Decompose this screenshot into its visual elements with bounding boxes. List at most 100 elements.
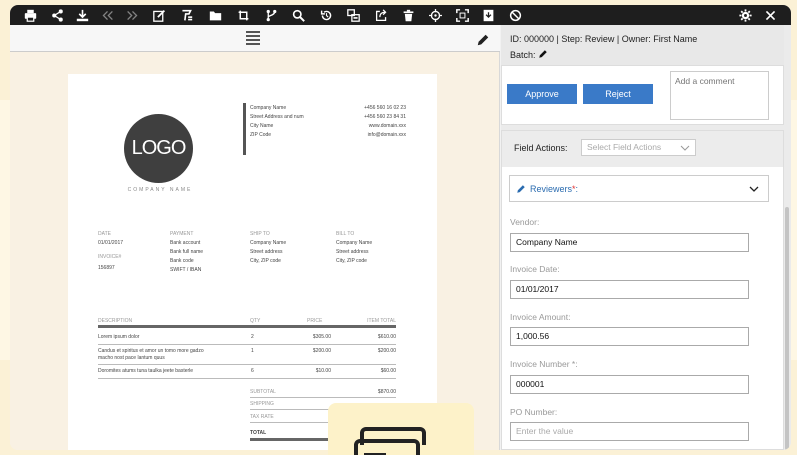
payment-label: PAYMENT <box>170 231 194 237</box>
ship-label: SHIP TO <box>250 231 270 237</box>
close-icon[interactable] <box>762 7 778 23</box>
header-left-line: City Name <box>250 123 274 129</box>
tax-label: TAX RATE <box>250 414 274 420</box>
info-header: ID: 000000 | Step: Review | Owner: First… <box>501 25 784 65</box>
row-total: $60.00 <box>380 368 396 374</box>
reviewers-label: Reviewers*: <box>530 184 578 194</box>
ship-line: Street address <box>250 249 283 255</box>
trash-icon[interactable] <box>400 7 416 23</box>
header-right-line: +456 560 23 84 31 <box>364 114 406 120</box>
row-rule <box>98 378 396 379</box>
comment-input[interactable] <box>670 71 769 120</box>
field-actions-select[interactable]: Select Field Actions <box>581 139 696 156</box>
header-divider <box>243 103 246 155</box>
bill-label: BILL TO <box>336 231 355 237</box>
app-window: LOGO COMPANY NAME Company Name Street Ad… <box>10 5 791 450</box>
shipping-label: SHIPPING <box>250 401 274 407</box>
header-right-line: info@domain.xxx <box>367 132 406 138</box>
approve-button[interactable]: Approve <box>507 84 577 104</box>
double-chevron-left-icon[interactable] <box>99 7 115 23</box>
split-icon[interactable] <box>345 7 361 23</box>
row-qty: 1 <box>251 348 254 354</box>
logo: LOGO <box>124 114 193 183</box>
batch-row: Batch: <box>510 49 548 60</box>
row-price: $200.00 <box>312 348 331 354</box>
invoice-label: INVOICE# <box>98 254 122 260</box>
export-icon[interactable] <box>373 7 389 23</box>
gear-icon[interactable] <box>737 7 753 23</box>
row-rule <box>98 344 396 345</box>
undo-icon[interactable] <box>318 7 334 23</box>
page-thumbnail-icon[interactable] <box>244 29 262 47</box>
batch-pencil-icon[interactable] <box>538 49 548 59</box>
batch-label: Batch: <box>510 50 536 60</box>
ship-line: City, ZIP code <box>250 258 281 264</box>
rotate-icon[interactable] <box>235 7 251 23</box>
row-qty: 2 <box>251 334 254 340</box>
row-price: $305.00 <box>312 334 331 340</box>
field-form: Field Actions: Select Field Actions Revi… <box>501 130 784 450</box>
field-actions-bar: Field Actions: Select Field Actions <box>502 131 783 167</box>
total-label: TOTAL <box>250 430 267 436</box>
block-icon[interactable] <box>507 7 523 23</box>
payment-line: SWIFT / IBAN <box>170 267 202 273</box>
header-left-line: ZIP Code <box>250 132 272 138</box>
invoice-number-label: Invoice Number *: <box>510 359 578 369</box>
invoice-date-label: Invoice Date: <box>510 264 560 274</box>
row-total: $610.00 <box>377 334 396 340</box>
print-icon[interactable] <box>22 7 38 23</box>
folder-icon[interactable] <box>207 7 223 23</box>
pencil-icon[interactable] <box>476 32 490 46</box>
po-number-field[interactable]: Enter the value <box>510 422 749 441</box>
bill-line: City, ZIP code <box>336 258 367 264</box>
row-description-2: macho nost pace lantum quus <box>98 355 165 361</box>
document-viewer[interactable]: LOGO COMPANY NAME Company Name Street Ad… <box>10 25 500 450</box>
chevron-down-icon <box>680 145 690 151</box>
row-total: $200.00 <box>377 348 396 354</box>
subtotal-label: SUBTOTAL <box>250 389 276 395</box>
bill-line: Street address <box>336 249 369 255</box>
vendor-label: Vendor: <box>510 217 540 227</box>
floating-card <box>328 403 474 455</box>
ship-line: Company Name <box>250 240 287 246</box>
toolbar <box>10 5 791 25</box>
subtotal-value: $870.00 <box>377 389 396 395</box>
payment-line: Bank code <box>170 258 194 264</box>
reject-button[interactable]: Reject <box>583 84 653 104</box>
invoice-number-field[interactable]: 000001 <box>510 375 749 394</box>
fullscreen-icon[interactable] <box>454 7 470 23</box>
scrollbar[interactable] <box>785 207 789 450</box>
pencil-icon <box>517 185 525 193</box>
crosshair-icon[interactable] <box>427 7 443 23</box>
archive-icon[interactable] <box>480 7 496 23</box>
header-left-line: Street Address and num <box>250 114 304 120</box>
row-rule <box>98 364 396 365</box>
search-icon[interactable] <box>290 7 306 23</box>
format-icon[interactable] <box>178 7 194 23</box>
document-info: ID: 000000 | Step: Review | Owner: First… <box>510 34 698 44</box>
header-right-line: www.domain.xxx <box>368 123 406 129</box>
vendor-field[interactable]: Company Name <box>510 233 749 252</box>
payment-line: Bank account <box>170 240 201 246</box>
reviewers-text: Reviewers <box>530 184 573 194</box>
review-panel: ID: 000000 | Step: Review | Owner: First… <box>501 25 791 450</box>
date-value: 01/01/2017 <box>98 240 124 246</box>
row-price: $10.00 <box>315 368 331 374</box>
invoice-date-field[interactable]: 01/01/2017 <box>510 280 749 299</box>
header-right-line: +456 560 16 02 23 <box>364 105 406 111</box>
branch-icon[interactable] <box>263 7 279 23</box>
reviewers-dropdown[interactable]: Reviewers*: <box>509 175 769 202</box>
reviewers-suffix: : <box>575 184 579 194</box>
cards-icon <box>354 427 426 455</box>
share-icon[interactable] <box>49 7 65 23</box>
subtotal-rule <box>250 397 396 398</box>
bill-line: Company Name <box>336 240 373 246</box>
header-left-line: Company Name <box>250 105 287 111</box>
payment-line: Bank full name <box>170 249 204 255</box>
date-label: DATE <box>98 231 111 237</box>
download-icon[interactable] <box>74 7 90 23</box>
double-chevron-right-icon[interactable] <box>124 7 140 23</box>
invoice-amount-field[interactable]: 1,000.56 <box>510 327 749 346</box>
edit-icon[interactable] <box>151 7 167 23</box>
field-actions-placeholder: Select Field Actions <box>587 142 662 152</box>
